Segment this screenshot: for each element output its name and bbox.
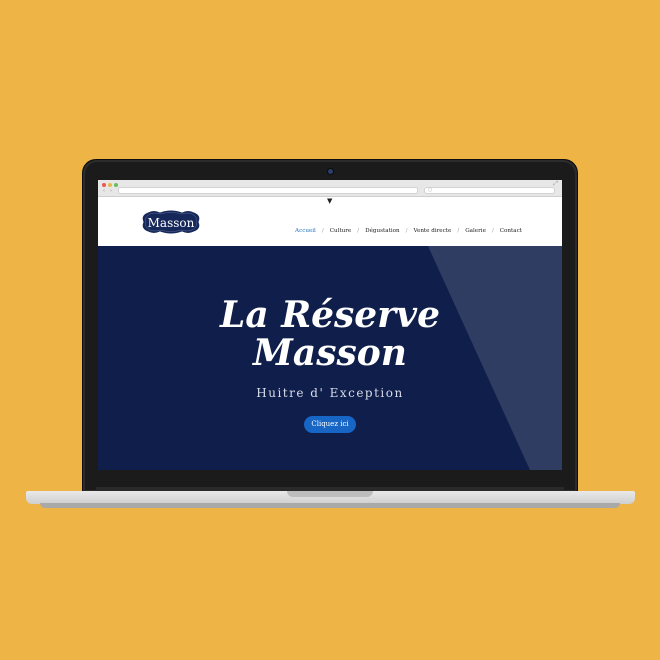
hero-banner: La Réserve Masson Huitre d' Exception Cl… xyxy=(98,246,562,470)
laptop-opening-notch xyxy=(287,491,373,497)
nav-item-galerie[interactable]: Galerie xyxy=(465,228,486,234)
laptop-base-shadow xyxy=(40,503,620,508)
logo-wordmark: Masson xyxy=(147,216,195,230)
address-bar[interactable] xyxy=(118,187,418,194)
laptop-lid: ⤢ ‹ › ○ ▼ Masson Accueil / Culture / Dég… xyxy=(82,159,578,493)
nav-item-culture[interactable]: Culture xyxy=(330,228,352,234)
close-window-button[interactable] xyxy=(102,183,106,187)
hero-subtitle: Huitre d' Exception xyxy=(256,386,404,400)
nav-item-vente-directe[interactable]: Vente directe xyxy=(413,228,451,234)
laptop-screen: ⤢ ‹ › ○ ▼ Masson Accueil / Culture / Dég… xyxy=(98,180,562,470)
nav-separator: / xyxy=(457,228,460,234)
back-arrow-icon[interactable]: ‹ xyxy=(103,188,105,194)
site-logo[interactable]: Masson xyxy=(140,209,202,235)
cliquez-ici-button[interactable]: Cliquez ici xyxy=(304,416,356,433)
browser-toolbar: ⤢ ‹ › ○ xyxy=(98,180,562,197)
browser-search-field[interactable]: ○ xyxy=(424,187,555,194)
main-navigation: Accueil / Culture / Dégustation / Vente … xyxy=(295,228,522,234)
nav-item-contact[interactable]: Contact xyxy=(500,228,522,234)
nav-item-degustation[interactable]: Dégustation xyxy=(365,228,399,234)
search-icon: ○ xyxy=(428,187,433,193)
maximize-window-button[interactable] xyxy=(114,183,118,187)
hero-title-line-2: Masson xyxy=(253,332,407,374)
nav-separator: / xyxy=(321,228,324,234)
menu-toggle-caret-icon[interactable]: ▼ xyxy=(327,198,332,205)
nav-item-accueil[interactable]: Accueil xyxy=(295,228,316,234)
nav-separator: / xyxy=(405,228,408,234)
forward-arrow-icon[interactable]: › xyxy=(110,188,112,194)
expand-icon[interactable]: ⤢ xyxy=(553,181,558,187)
nav-separator: / xyxy=(357,228,360,234)
hero-title: La Réserve Masson xyxy=(98,296,562,372)
nav-separator: / xyxy=(491,228,494,234)
site-header: ▼ Masson Accueil / Culture / Dégustation… xyxy=(98,198,562,246)
minimize-window-button[interactable] xyxy=(108,183,112,187)
hero-title-line-1: La Réserve xyxy=(220,294,440,336)
webcam-icon xyxy=(328,169,333,174)
